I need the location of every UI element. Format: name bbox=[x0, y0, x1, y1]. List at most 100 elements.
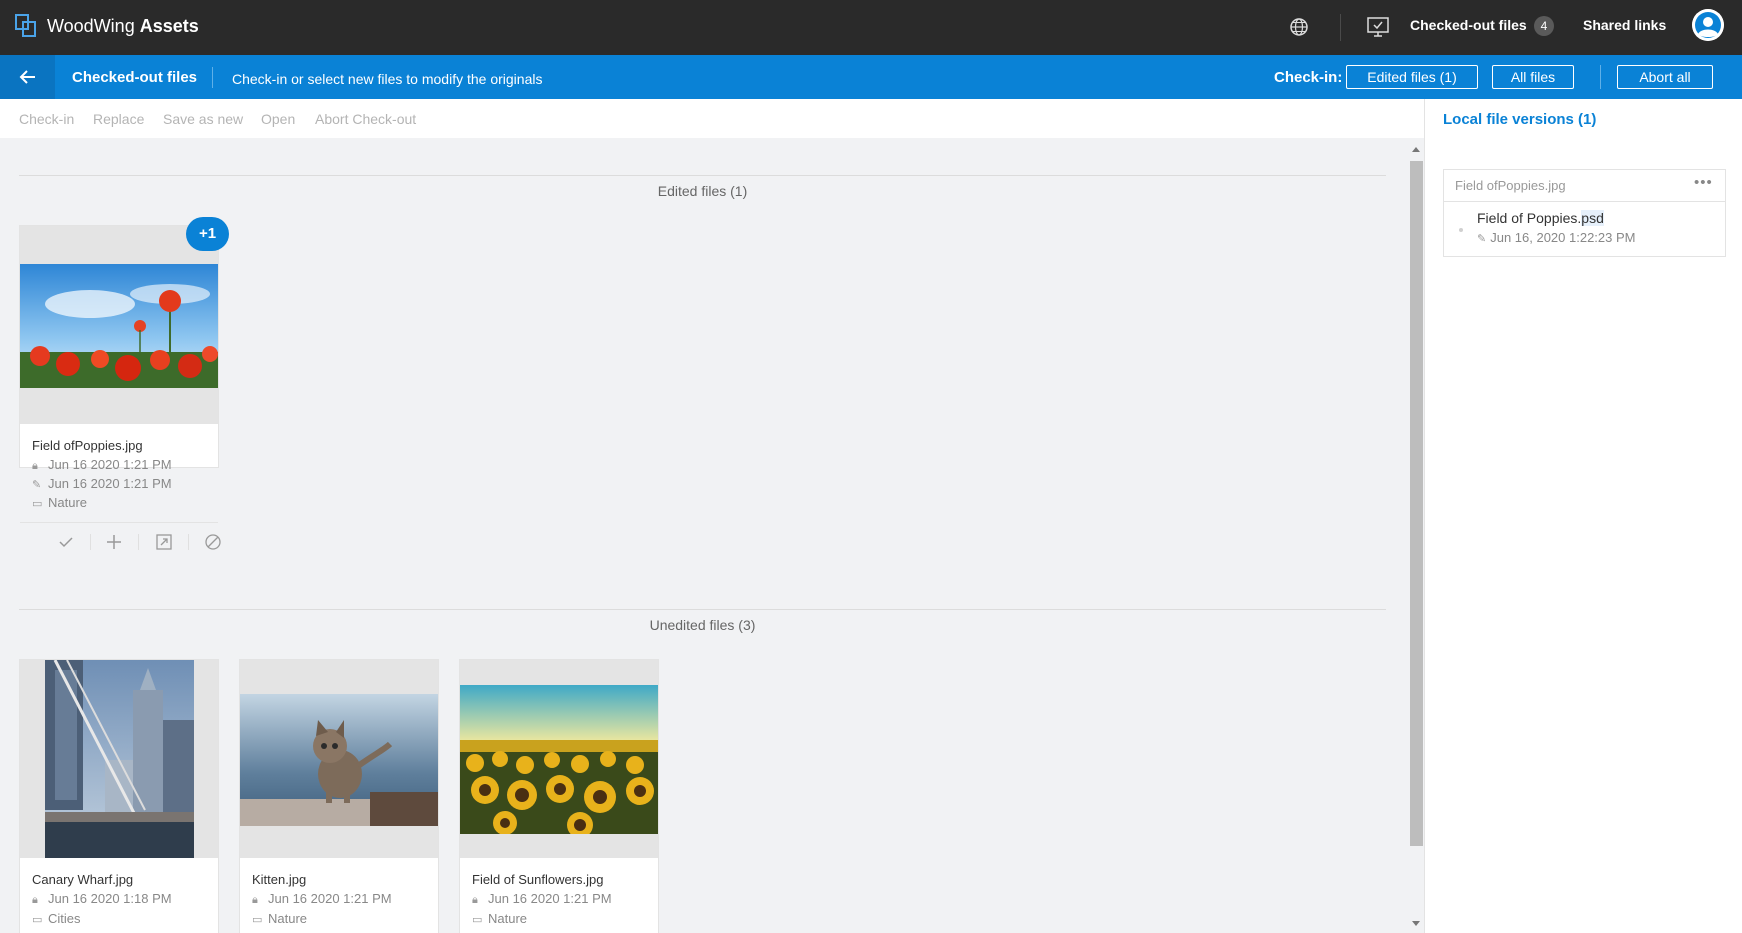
pencil-icon: ✎ bbox=[32, 479, 42, 491]
topbar-divider bbox=[1340, 14, 1341, 41]
abort-checkout-action[interactable]: Abort Check-out bbox=[315, 111, 416, 127]
header-divider bbox=[212, 67, 213, 88]
unedited-files-heading: Unedited files (3) bbox=[649, 617, 756, 633]
file-thumbnail[interactable] bbox=[20, 660, 218, 858]
monitor-check-icon[interactable] bbox=[1366, 16, 1390, 38]
scroll-down-arrow-icon[interactable] bbox=[1412, 921, 1420, 926]
app-brand[interactable]: WoodWing Assets bbox=[47, 16, 199, 37]
open-action[interactable]: Open bbox=[261, 111, 295, 127]
version-file-name[interactable]: Field of Poppies.psd bbox=[1477, 210, 1604, 226]
tool-divider bbox=[138, 534, 139, 550]
pencil-icon: ✎ bbox=[1477, 233, 1487, 245]
globe-icon[interactable] bbox=[1288, 16, 1310, 38]
version-date: ✎ Jun 16, 2020 1:22:23 PM bbox=[1477, 230, 1636, 245]
file-thumbnail[interactable] bbox=[460, 660, 658, 858]
section-divider bbox=[19, 609, 1386, 610]
file-name[interactable]: Kitten.jpg bbox=[252, 872, 306, 887]
folder-icon: ▭ bbox=[472, 914, 483, 926]
top-bar: WoodWing Assets Checked-out files 4 Shar… bbox=[0, 0, 1742, 55]
checkout-date-text: Jun 16 2020 1:21 PM bbox=[268, 891, 392, 906]
sunflowers-image bbox=[460, 685, 658, 834]
file-card[interactable]: Field ofPoppies.jpg 🔒︎ Jun 16 2020 1:21 P… bbox=[19, 225, 221, 550]
woodwing-logo-icon[interactable] bbox=[14, 13, 38, 39]
canary-wharf-image bbox=[45, 660, 194, 858]
folder-info: ▭ Nature bbox=[252, 911, 307, 926]
folder-name: Nature bbox=[268, 911, 308, 926]
file-thumbnail[interactable] bbox=[20, 226, 218, 424]
version-group-name: Field ofPoppies.jpg bbox=[1455, 178, 1566, 193]
local-versions-panel: Local file versions (1) Field ofPoppies.… bbox=[1424, 99, 1742, 933]
folder-name: Nature bbox=[488, 911, 528, 926]
vertical-scrollbar[interactable] bbox=[1406, 138, 1424, 933]
tool-divider bbox=[188, 534, 189, 550]
folder-info: ▭ Cities bbox=[32, 911, 81, 926]
back-button[interactable] bbox=[0, 55, 55, 99]
action-toolbar: Check-in Replace Save as new Open Abort … bbox=[0, 99, 1424, 138]
open-external-icon[interactable] bbox=[154, 532, 174, 552]
checkout-date: 🔒︎ Jun 16 2020 1:18 PM bbox=[32, 891, 172, 907]
card-tools bbox=[20, 522, 221, 560]
checkin-edited-files-button[interactable]: Edited files (1) bbox=[1346, 65, 1478, 89]
checked-out-count-badge: 4 bbox=[1534, 16, 1554, 36]
version-date-text: Jun 16, 2020 1:22:23 PM bbox=[1490, 230, 1636, 245]
file-name[interactable]: Canary Wharf.jpg bbox=[32, 872, 133, 887]
lock-icon: 🔒︎ bbox=[472, 894, 478, 906]
checkin-all-files-button[interactable]: All files bbox=[1492, 65, 1574, 89]
add-plus-icon[interactable] bbox=[104, 532, 124, 552]
checkout-date-text: Jun 16 2020 1:21 PM bbox=[488, 891, 612, 906]
shared-links-link[interactable]: Shared links bbox=[1583, 17, 1666, 33]
replace-action[interactable]: Replace bbox=[93, 111, 144, 127]
checked-out-files-link[interactable]: Checked-out files bbox=[1410, 17, 1527, 33]
version-group-header: Field ofPoppies.jpg ••• bbox=[1444, 170, 1725, 202]
edited-date: ✎ Jun 16 2020 1:21 PM bbox=[32, 476, 172, 491]
folder-name: Nature bbox=[48, 495, 88, 510]
version-file-base: Field of Poppies. bbox=[1477, 210, 1582, 226]
folder-info: ▭ Nature bbox=[32, 495, 87, 510]
file-thumbnail[interactable] bbox=[240, 660, 438, 858]
folder-icon: ▭ bbox=[32, 498, 43, 510]
local-versions-title[interactable]: Local file versions (1) bbox=[1443, 111, 1596, 128]
lock-icon: 🔒︎ bbox=[252, 894, 258, 906]
checkout-date: 🔒︎ Jun 16 2020 1:21 PM bbox=[32, 457, 172, 473]
poppies-image bbox=[20, 264, 218, 388]
header-divider bbox=[1600, 65, 1601, 89]
page-title: Checked-out files bbox=[72, 69, 198, 86]
version-count-badge[interactable]: +1 bbox=[186, 217, 229, 251]
section-divider bbox=[19, 175, 1386, 176]
folder-name: Cities bbox=[48, 911, 81, 926]
scrollbar-thumb[interactable] bbox=[1410, 161, 1423, 846]
kitten-image bbox=[240, 694, 438, 826]
folder-icon: ▭ bbox=[32, 914, 43, 926]
file-name[interactable]: Field of Sunflowers.jpg bbox=[472, 872, 604, 887]
edited-files-heading: Edited files (1) bbox=[657, 183, 748, 199]
checkout-date: 🔒︎ Jun 16 2020 1:21 PM bbox=[252, 891, 392, 907]
checkout-date-text: Jun 16 2020 1:18 PM bbox=[48, 891, 172, 906]
folder-icon: ▭ bbox=[252, 914, 263, 926]
user-avatar-icon[interactable] bbox=[1692, 9, 1724, 41]
folder-info: ▭ Nature bbox=[472, 911, 527, 926]
abort-all-button[interactable]: Abort all bbox=[1617, 65, 1713, 89]
arrow-left-icon bbox=[19, 70, 35, 84]
brand-name: Assets bbox=[139, 16, 199, 36]
abort-ban-icon[interactable] bbox=[203, 532, 223, 552]
file-card[interactable]: Field of Sunflowers.jpg 🔒︎ Jun 16 2020 1:… bbox=[459, 659, 659, 933]
tool-divider bbox=[90, 534, 91, 550]
version-group: Field ofPoppies.jpg ••• Field of Poppies… bbox=[1443, 169, 1726, 257]
file-card[interactable]: Canary Wharf.jpg 🔒︎ Jun 16 2020 1:18 PM ▭… bbox=[19, 659, 219, 933]
more-options-icon[interactable]: ••• bbox=[1694, 174, 1713, 191]
version-file-ext: psd bbox=[1581, 210, 1604, 226]
brand-prefix: WoodWing bbox=[47, 16, 135, 36]
version-bullet bbox=[1459, 228, 1463, 232]
files-area: Edited files (1) Field ofPoppies.jpg 🔒︎ … bbox=[0, 138, 1424, 933]
scroll-up-arrow-icon[interactable] bbox=[1412, 147, 1420, 152]
checkout-date-text: Jun 16 2020 1:21 PM bbox=[48, 457, 172, 472]
lock-icon: 🔒︎ bbox=[32, 894, 38, 906]
checked-out-header-bar: Checked-out files Check-in or select new… bbox=[0, 55, 1742, 99]
file-name[interactable]: Field ofPoppies.jpg bbox=[32, 438, 143, 453]
save-as-new-action[interactable]: Save as new bbox=[163, 111, 243, 127]
checkout-date: 🔒︎ Jun 16 2020 1:21 PM bbox=[472, 891, 612, 907]
file-card[interactable]: Kitten.jpg 🔒︎ Jun 16 2020 1:21 PM ▭ Nature bbox=[239, 659, 439, 933]
checkin-action[interactable]: Check-in bbox=[19, 111, 74, 127]
checkin-check-icon[interactable] bbox=[56, 532, 76, 552]
lock-icon: 🔒︎ bbox=[32, 460, 38, 472]
